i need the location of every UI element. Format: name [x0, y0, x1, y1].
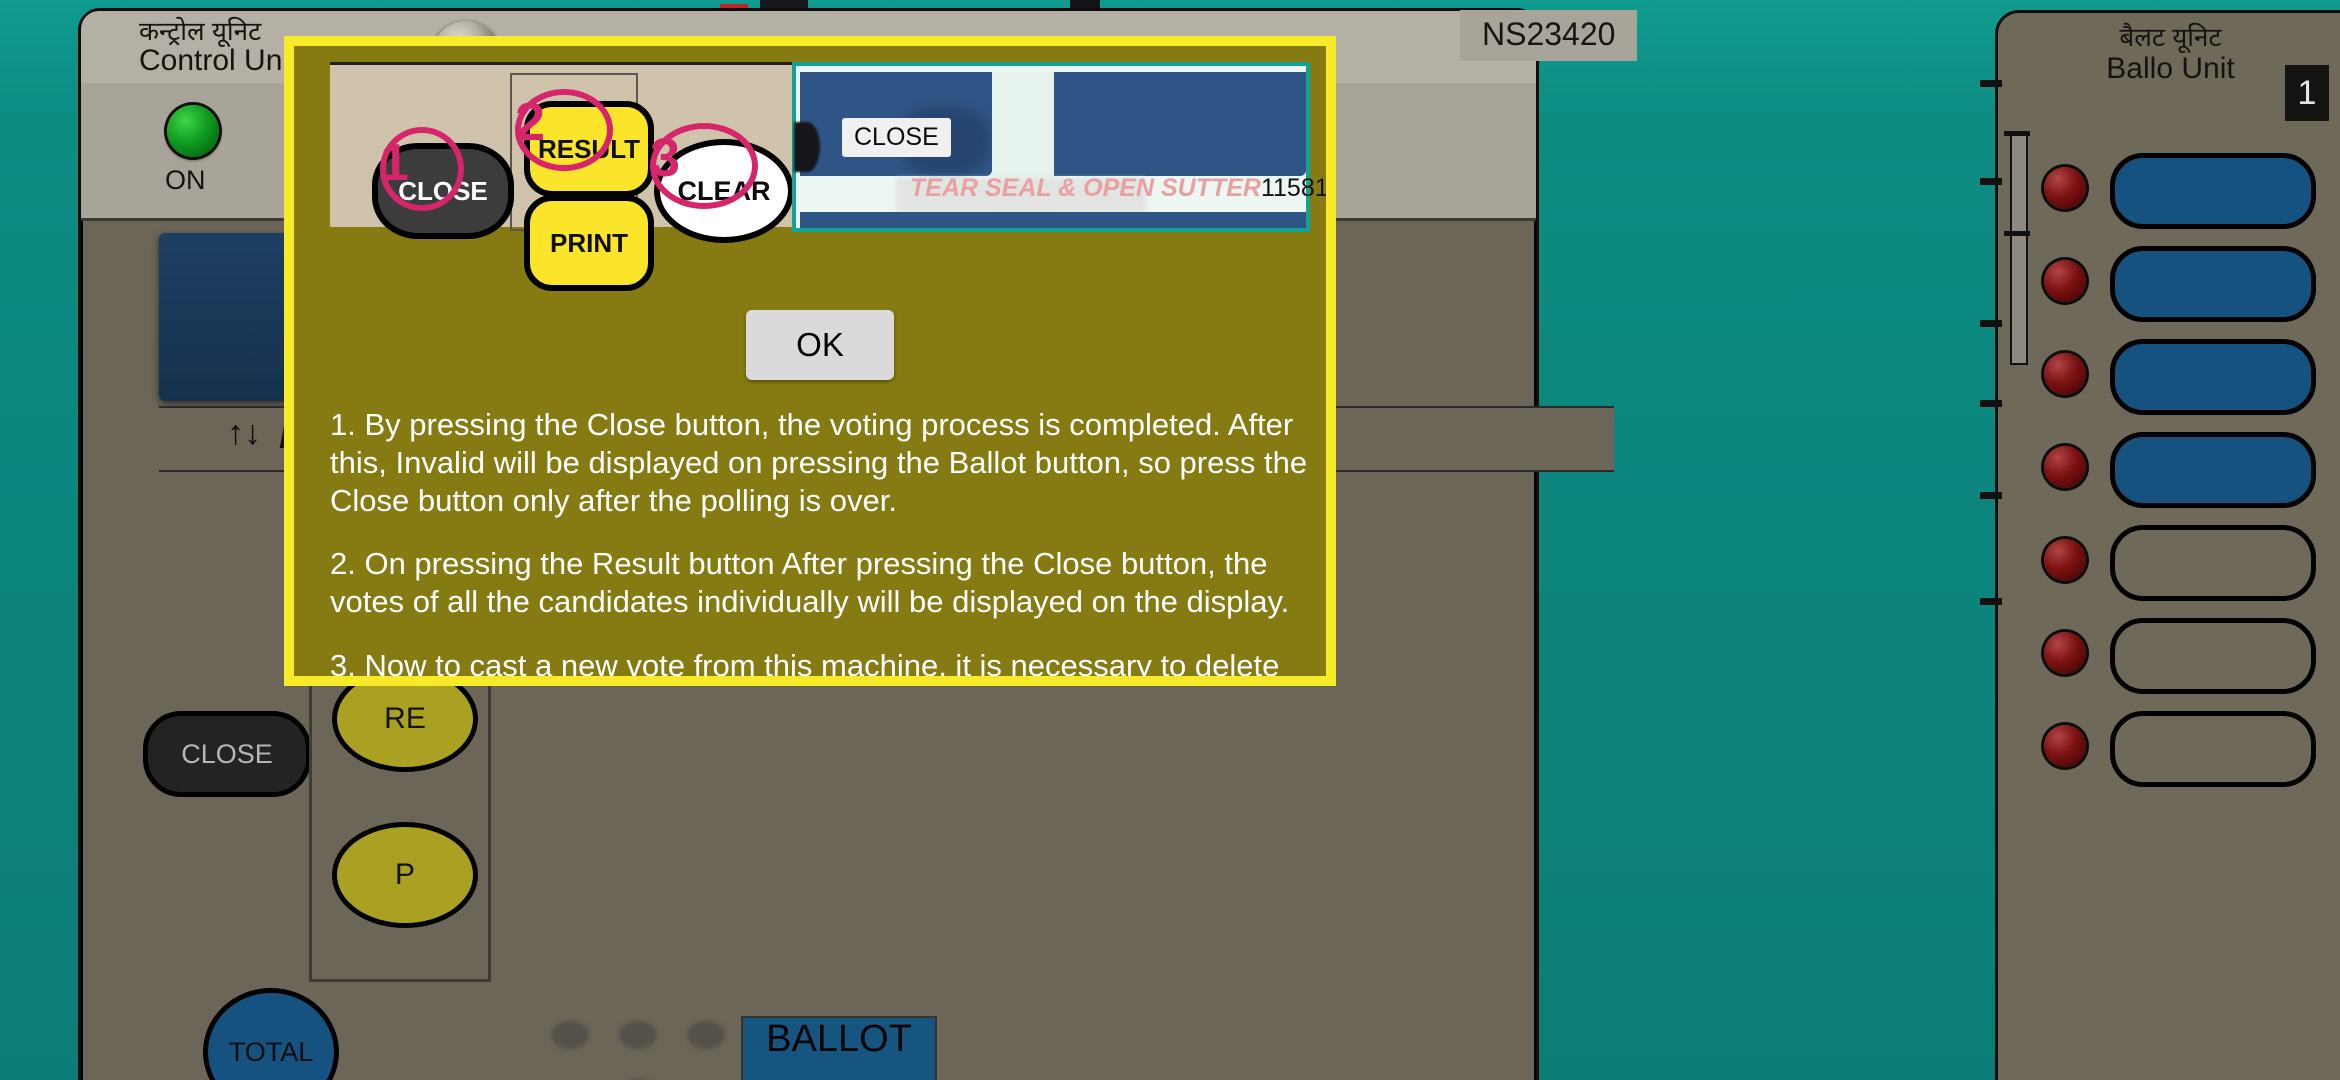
candidate-led-icon [2044, 446, 2086, 488]
control-unit-title-english: Control Unit [139, 44, 298, 78]
instruction-item: 3. Now to cast a new vote from this mach… [330, 648, 1280, 684]
candidate-key[interactable] [2110, 432, 2316, 508]
ballot-unit-title-hindi: बैलट यूनिट [2119, 22, 2222, 52]
rail-tick-top [2004, 131, 2030, 136]
candidate-led-icon [2044, 260, 2086, 302]
hinge-icon [1980, 492, 2002, 499]
cu-close-button[interactable]: CLOSE [143, 711, 311, 797]
hinge-icon [1980, 80, 2002, 87]
control-unit-title-hindi: कन्ट्रोल यूनिट [139, 16, 262, 46]
candidate-led-icon [2044, 167, 2086, 209]
candidate-key[interactable] [2110, 339, 2316, 415]
photo-close-label: CLOSE [842, 118, 951, 157]
ballot-candidate-row[interactable] [1998, 424, 2340, 517]
dialog-illustration: CLOSE RESULT PRINT CLEAR 1 2 3 4 [330, 62, 1326, 291]
hinge-icon [1980, 178, 2002, 185]
cu-print-button[interactable]: P [332, 822, 478, 928]
tear-seal-number: 1158101 [1260, 174, 1329, 202]
tear-seal-label: TEAR SEAL & OPEN SUTTER [910, 174, 1261, 202]
candidate-key[interactable] [2110, 618, 2316, 694]
diagram-close-button[interactable]: CLOSE [372, 143, 514, 239]
photo-blue-right [1054, 72, 1306, 176]
button-diagram-panel: CLOSE RESULT PRINT CLEAR 1 2 3 4 [330, 62, 868, 291]
cu-result-print-group: RE P [309, 651, 491, 982]
diagram-result-button[interactable]: RESULT [524, 101, 654, 197]
candidate-key[interactable] [2110, 525, 2316, 601]
cu-ballot-button[interactable]: BALLOT [741, 1016, 937, 1080]
candidate-key[interactable] [2110, 153, 2316, 229]
ballot-candidate-row[interactable] [1998, 145, 2340, 238]
ballot-candidate-row[interactable] [1998, 238, 2340, 331]
seal-photo-panel: CLOSE TEAR SEAL & OPEN SUTTER1158101 [792, 62, 1326, 232]
updown-arrows-icon: ↑↓ [227, 414, 261, 452]
candidate-led-icon [2044, 725, 2086, 767]
tear-seal-text: TEAR SEAL & OPEN SUTTER1158101 [910, 174, 1329, 203]
diagram-clear-button[interactable]: CLEAR [654, 139, 794, 243]
ballot-candidate-row[interactable] [1998, 610, 2340, 703]
control-unit-serial: NS23420 [1460, 10, 1638, 61]
ballot-unit-panel: बैलट यूनिट Ballo Unit 1 [1995, 10, 2340, 1080]
cu-total-button[interactable]: TOTAL [203, 988, 339, 1080]
instructions-text: 1. By pressing the Close button, the vot… [330, 406, 1320, 684]
power-led-icon [167, 105, 219, 157]
candidate-led-icon [2044, 539, 2086, 581]
ballot-candidate-row[interactable] [1998, 517, 2340, 610]
hinge-icon [1980, 320, 2002, 327]
hinge-icon [1980, 598, 2002, 605]
ballot-candidate-row[interactable] [1998, 703, 2340, 796]
photo-edge-shadow [794, 122, 820, 172]
instruction-item: 2. On pressing the Result button After p… [330, 546, 1290, 620]
ballot-candidate-row[interactable] [1998, 331, 2340, 424]
candidate-led-icon [2044, 353, 2086, 395]
instructions-dialog: CLOSE RESULT PRINT CLEAR 1 2 3 4 [284, 36, 1336, 686]
candidate-key[interactable] [2110, 711, 2316, 787]
diagram-print-button[interactable]: PRINT [524, 195, 654, 291]
control-unit-title: कन्ट्रोल यूनिट Control Unit [139, 17, 297, 77]
photo-bottom-strip [800, 212, 1306, 228]
candidate-led-icon [2044, 632, 2086, 674]
hinge-icon [1980, 400, 2002, 407]
ok-button[interactable]: OK [746, 310, 894, 380]
instruction-item: 1. By pressing the Close button, the vot… [330, 407, 1308, 518]
power-led-label: ON [165, 165, 206, 195]
candidate-key[interactable] [2110, 246, 2316, 322]
ballot-unit-badge: 1 [2285, 65, 2329, 121]
